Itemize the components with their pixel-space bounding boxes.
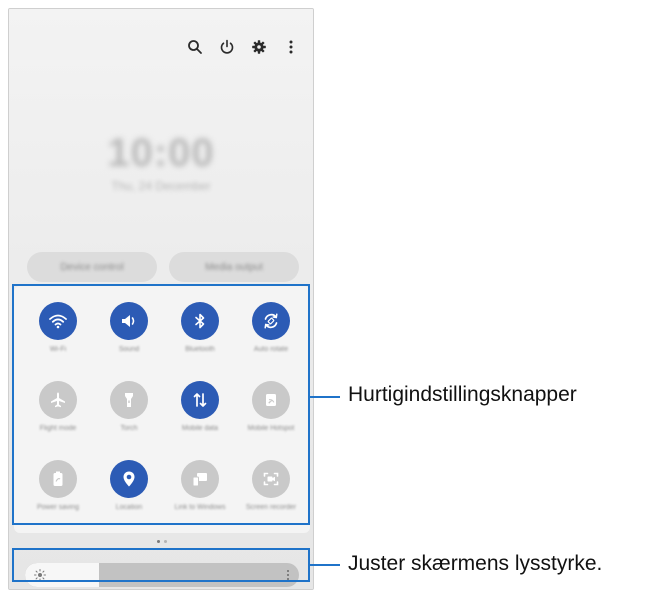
media-output-button[interactable]: Media output <box>169 252 299 282</box>
device-control-button[interactable]: Device control <box>27 252 157 282</box>
media-output-label: Media output <box>205 261 263 273</box>
device-control-label: Device control <box>60 261 124 273</box>
quick-settings-callout-frame <box>12 284 310 525</box>
clock-date: Thu, 24 December <box>111 179 211 193</box>
page-dot <box>157 540 160 543</box>
more-vert-icon[interactable] <box>275 35 307 59</box>
quick-settings-callout-text: Hurtigindstillingsknapper <box>348 383 577 406</box>
brightness-callout-frame <box>12 548 310 582</box>
page-indicator <box>157 540 167 543</box>
clock-time: 10:00 <box>107 131 215 175</box>
search-icon[interactable] <box>179 35 211 59</box>
gear-icon[interactable] <box>243 35 275 59</box>
power-icon[interactable] <box>211 35 243 59</box>
quick-settings-callout-line <box>310 396 340 398</box>
panel-top-icons <box>179 35 307 59</box>
brightness-callout-text: Juster skærmens lysstyrke. <box>348 552 603 575</box>
brightness-callout-line <box>310 564 340 566</box>
page-dot <box>164 540 167 543</box>
